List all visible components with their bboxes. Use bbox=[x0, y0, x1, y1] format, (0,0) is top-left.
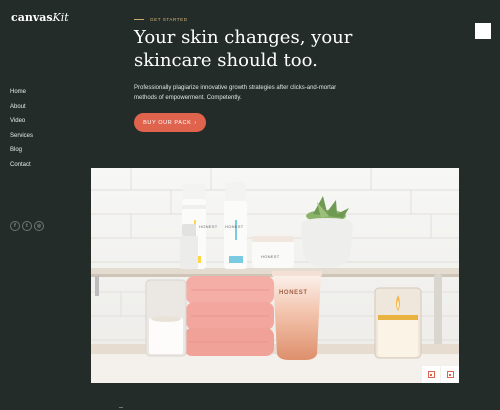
hero-description-line-1: Professionally plagiarize innovative gro… bbox=[134, 85, 337, 91]
menu-toggle-button[interactable] bbox=[475, 23, 491, 39]
hero-title: Your skin changes, your skincare should t… bbox=[134, 26, 394, 72]
instagram-icon[interactable]: ◎ bbox=[34, 221, 44, 231]
fullscreen-button[interactable] bbox=[422, 366, 440, 383]
hero-eyebrow: GET STARTED bbox=[134, 17, 188, 22]
expand-icon bbox=[427, 371, 435, 378]
brand-name-bold: canvas bbox=[11, 11, 53, 24]
page-indicator bbox=[119, 407, 123, 408]
eyebrow-text: GET STARTED bbox=[150, 17, 188, 22]
twitter-icon[interactable]: t bbox=[22, 221, 32, 231]
hero-image: HONEST HONEST HONEST HONEST bbox=[91, 168, 459, 383]
bottle-brand-print: HONEST bbox=[199, 224, 218, 229]
facebook-icon[interactable]: f bbox=[10, 221, 20, 231]
hero-description: Professionally plagiarize innovative gro… bbox=[134, 83, 364, 103]
nav-item-services[interactable]: Services bbox=[10, 132, 33, 147]
nav-item-home[interactable]: Home bbox=[10, 88, 33, 103]
hero-title-line-2: skincare should too. bbox=[134, 50, 318, 71]
buy-our-pack-label: BUY OUR PACK bbox=[143, 119, 192, 126]
social-links: f t ◎ bbox=[10, 221, 44, 231]
skincare-shelf-photo bbox=[91, 168, 459, 383]
chevron-right-icon: › bbox=[194, 119, 197, 126]
gallery-icon bbox=[446, 371, 454, 378]
hero-description-line-2: methods of empowerment. Competently. bbox=[134, 95, 242, 101]
brand-name-italic: Kit bbox=[52, 11, 69, 24]
nav-item-about[interactable]: About bbox=[10, 103, 33, 118]
nav-item-video[interactable]: Video bbox=[10, 117, 33, 132]
eyebrow-line bbox=[134, 19, 144, 20]
jar-brand-print: HONEST bbox=[261, 254, 280, 259]
side-navigation: Home About Video Services Blog Contact bbox=[10, 88, 33, 176]
nav-item-contact[interactable]: Contact bbox=[10, 161, 33, 176]
gallery-button[interactable] bbox=[441, 366, 459, 383]
tube-brand-print: HONEST bbox=[279, 290, 308, 296]
bottle-brand-print-2: HONEST bbox=[225, 224, 244, 229]
hero-title-line-1: Your skin changes, your bbox=[134, 27, 353, 48]
nav-item-blog[interactable]: Blog bbox=[10, 146, 33, 161]
buy-our-pack-button[interactable]: BUY OUR PACK › bbox=[134, 113, 206, 132]
brand-logo[interactable]: canvasKit bbox=[11, 11, 69, 24]
